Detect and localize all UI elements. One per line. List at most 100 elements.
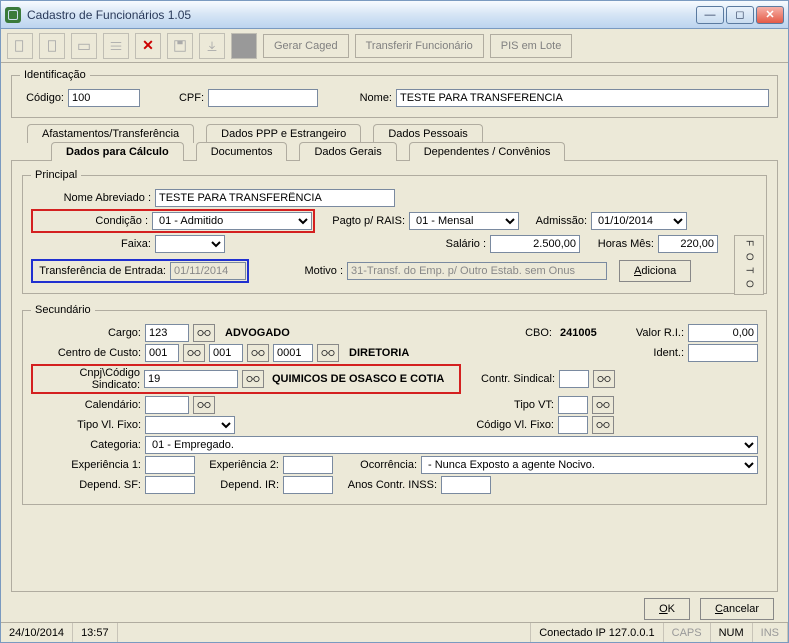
gerar-caged-button[interactable]: Gerar Caged [263, 34, 349, 58]
tab-dependentes[interactable]: Dependentes / Convênios [409, 142, 566, 161]
cargo-lookup-icon[interactable] [193, 324, 215, 342]
statusbar: 24/10/2014 13:57 Conectado IP 127.0.0.1 … [1, 622, 788, 642]
status-connection: Conectado IP 127.0.0.1 [531, 623, 663, 642]
transferir-funcionario-button[interactable]: Transferir Funcionário [355, 34, 484, 58]
cbo-value: 241005 [560, 327, 620, 339]
status-ins: INS [753, 623, 788, 642]
codigo-vl-fixo-label: Código Vl. Fixo: [460, 419, 554, 431]
transferencia-entrada-label: Transferência de Entrada: [34, 265, 166, 277]
adiciona-button[interactable]: Adiciona [619, 260, 691, 282]
tab-ppp[interactable]: Dados PPP e Estrangeiro [206, 124, 361, 143]
ident-input[interactable] [688, 344, 758, 362]
tipo-vl-fixo-select[interactable] [145, 416, 235, 434]
toolbar-page-icon[interactable] [39, 33, 65, 59]
codigo-vl-fixo-input[interactable] [558, 416, 588, 434]
pagto-rais-select[interactable]: 01 - Mensal [409, 212, 519, 230]
cc1-input[interactable] [145, 344, 179, 362]
tab-documentos[interactable]: Documentos [196, 142, 288, 161]
experiencia1-input[interactable] [145, 456, 195, 474]
toolbar: ✕ Gerar Caged Transferir Funcionário PIS… [1, 29, 788, 63]
faixa-label: Faixa: [31, 238, 151, 250]
depend-sf-label: Depend. SF: [31, 479, 141, 491]
principal-group: Principal Nome Abreviado : Condição : 01… [22, 169, 767, 294]
tipo-vt-input[interactable] [558, 396, 588, 414]
minimize-button[interactable]: — [696, 6, 724, 24]
toolbar-new-icon[interactable] [7, 33, 33, 59]
sindicato-label: Cnpj\Código Sindicato: [34, 367, 140, 391]
faixa-select[interactable] [155, 235, 225, 253]
codigo-input[interactable] [68, 89, 140, 107]
calendario-lookup-icon[interactable] [193, 396, 215, 414]
motivo-label: Motivo : [253, 265, 343, 277]
depend-ir-input[interactable] [283, 476, 333, 494]
foto-placeholder[interactable]: F O T O [734, 235, 764, 295]
depend-sf-input[interactable] [145, 476, 195, 494]
cargo-desc: ADVOGADO [225, 327, 290, 339]
toolbar-print-icon[interactable] [71, 33, 97, 59]
cc2-lookup-icon[interactable] [247, 344, 269, 362]
cc2-input[interactable] [209, 344, 243, 362]
status-time: 13:57 [73, 623, 118, 642]
contr-sindical-input[interactable] [559, 370, 589, 388]
calendario-input[interactable] [145, 396, 189, 414]
toolbar-save-icon[interactable] [167, 33, 193, 59]
tab-gerais[interactable]: Dados Gerais [299, 142, 396, 161]
transferencia-entrada-input[interactable] [170, 262, 246, 280]
cancel-button[interactable]: Cancelar [700, 598, 774, 620]
ok-button[interactable]: OK [644, 598, 690, 620]
codigo-vl-fixo-lookup-icon[interactable] [592, 416, 614, 434]
tab-afastamentos[interactable]: Afastamentos/Transferência [27, 124, 194, 143]
toolbar-delete-icon[interactable]: ✕ [135, 33, 161, 59]
valor-ri-label: Valor R.I.: [624, 327, 684, 339]
salario-input[interactable] [490, 235, 580, 253]
contr-sindical-lookup-icon[interactable] [593, 370, 615, 388]
condicao-label: Condição : [34, 215, 148, 227]
toolbar-export-icon[interactable] [199, 33, 225, 59]
transferencia-highlight: Transferência de Entrada: [31, 259, 249, 283]
salario-label: Salário : [432, 238, 486, 250]
condicao-select[interactable]: 01 - Admitido [152, 212, 312, 230]
secundario-legend: Secundário [31, 304, 95, 316]
categoria-select[interactable]: 01 - Empregado. [145, 436, 758, 454]
cpf-input[interactable] [208, 89, 318, 107]
categoria-label: Categoria: [31, 439, 141, 451]
maximize-button[interactable]: ◻ [726, 6, 754, 24]
sindicato-input[interactable] [144, 370, 238, 388]
pis-em-lote-button[interactable]: PIS em Lote [490, 34, 573, 58]
tab-calculo[interactable]: Dados para Cálculo [51, 142, 184, 161]
sindicato-desc: QUIMICOS DE OSASCO E COTIA [272, 373, 444, 385]
nome-abreviado-label: Nome Abreviado : [31, 192, 151, 204]
tipo-vl-fixo-label: Tipo Vl. Fixo: [31, 419, 141, 431]
app-window: Cadastro de Funcionários 1.05 — ◻ ✕ ✕ Ge… [0, 0, 789, 643]
nome-abreviado-input[interactable] [155, 189, 395, 207]
pagto-rais-label: Pagto p/ RAIS: [319, 215, 405, 227]
ocorrencia-label: Ocorrência: [337, 459, 417, 471]
cc3-lookup-icon[interactable] [317, 344, 339, 362]
tab-pessoais[interactable]: Dados Pessoais [373, 124, 483, 143]
valor-ri-input[interactable] [688, 324, 758, 342]
ocorrencia-select[interactable]: - Nunca Exposto a agente Nocivo. [421, 456, 758, 474]
secundario-group: Secundário Cargo: ADVOGADO CBO: 241005 V… [22, 304, 767, 505]
tipo-vt-label: Tipo VT: [494, 399, 554, 411]
horas-mes-input[interactable] [658, 235, 718, 253]
close-button[interactable]: ✕ [756, 6, 784, 24]
anos-inss-input[interactable] [441, 476, 491, 494]
admissao-select[interactable]: 01/10/2014 [591, 212, 687, 230]
principal-legend: Principal [31, 169, 81, 181]
cbo-label: CBO: [525, 327, 552, 339]
sindicato-lookup-icon[interactable] [242, 370, 264, 388]
nome-input[interactable] [396, 89, 769, 107]
experiencia2-label: Experiência 2: [199, 459, 279, 471]
depend-ir-label: Depend. IR: [199, 479, 279, 491]
toolbar-block-icon[interactable] [231, 33, 257, 59]
dialog-buttons: OK Cancelar [1, 592, 788, 622]
experiencia2-input[interactable] [283, 456, 333, 474]
tipo-vt-lookup-icon[interactable] [592, 396, 614, 414]
anos-inss-label: Anos Contr. INSS: [337, 479, 437, 491]
toolbar-list-icon[interactable] [103, 33, 129, 59]
cargo-input[interactable] [145, 324, 189, 342]
cc1-lookup-icon[interactable] [183, 344, 205, 362]
cc3-input[interactable] [273, 344, 313, 362]
contr-sindical-label: Contr. Sindical: [465, 373, 555, 385]
admissao-label: Admissão: [523, 215, 587, 227]
